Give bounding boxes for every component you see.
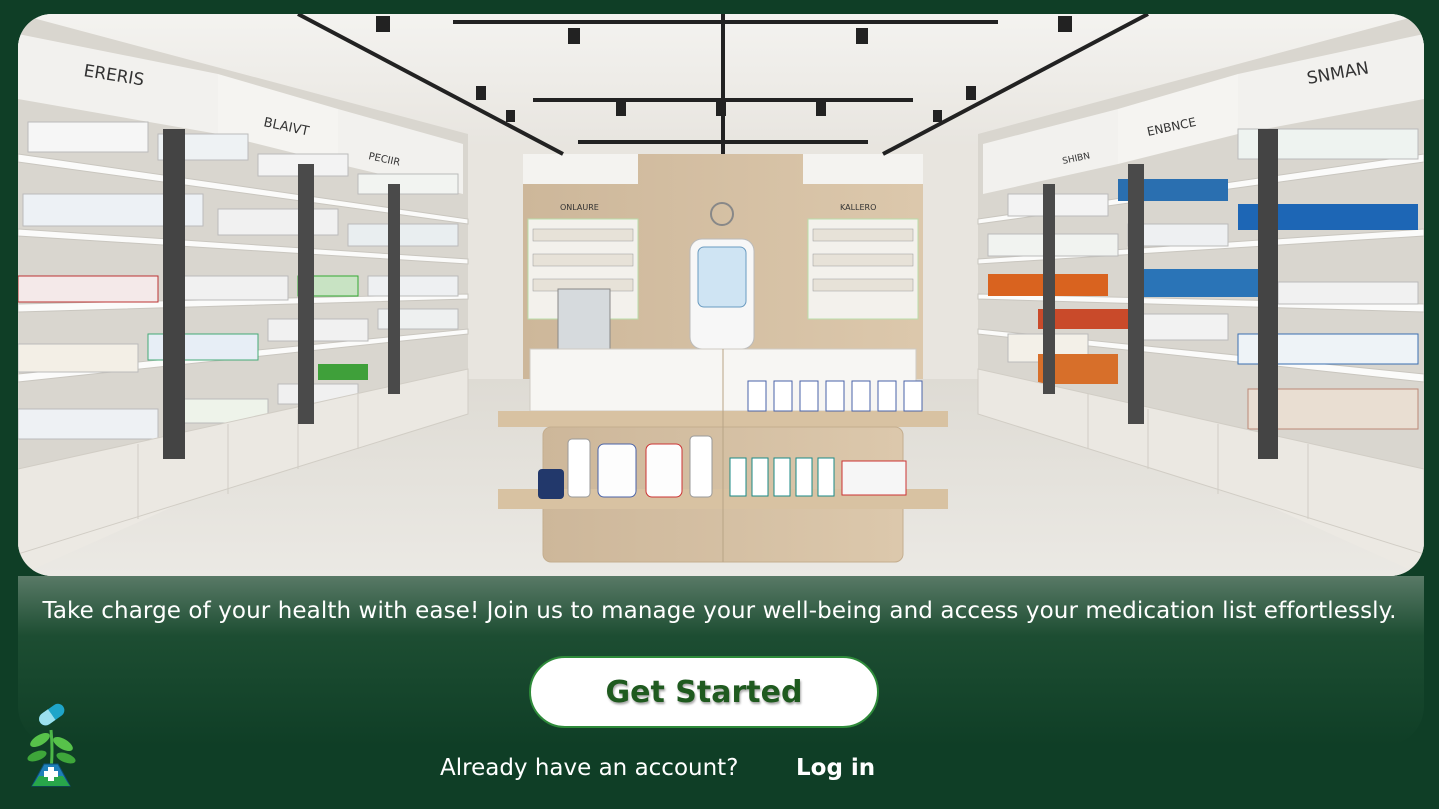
svg-text:ONLAURE: ONLAURE	[560, 203, 599, 212]
pharmacy-interior-image: ERERIS BLAIVT PECIIR BUAR SNMAN ENBNCE S…	[18, 14, 1424, 576]
already-have-account-text: Already have an account?	[440, 755, 739, 781]
get-started-button[interactable]: Get Started	[529, 656, 879, 728]
welcome-tagline: Take charge of your health with ease! Jo…	[42, 598, 1397, 624]
hero-image: ERERIS BLAIVT PECIIR BUAR SNMAN ENBNCE S…	[18, 14, 1424, 576]
svg-text:KALLERO: KALLERO	[840, 203, 876, 212]
login-link[interactable]: Log in	[796, 755, 875, 781]
login-prompt: Already have an account? Log in	[0, 755, 1439, 787]
welcome-screen: ERERIS BLAIVT PECIIR BUAR SNMAN ENBNCE S…	[0, 0, 1439, 809]
pharmacy-plant-logo-icon	[22, 700, 80, 790]
